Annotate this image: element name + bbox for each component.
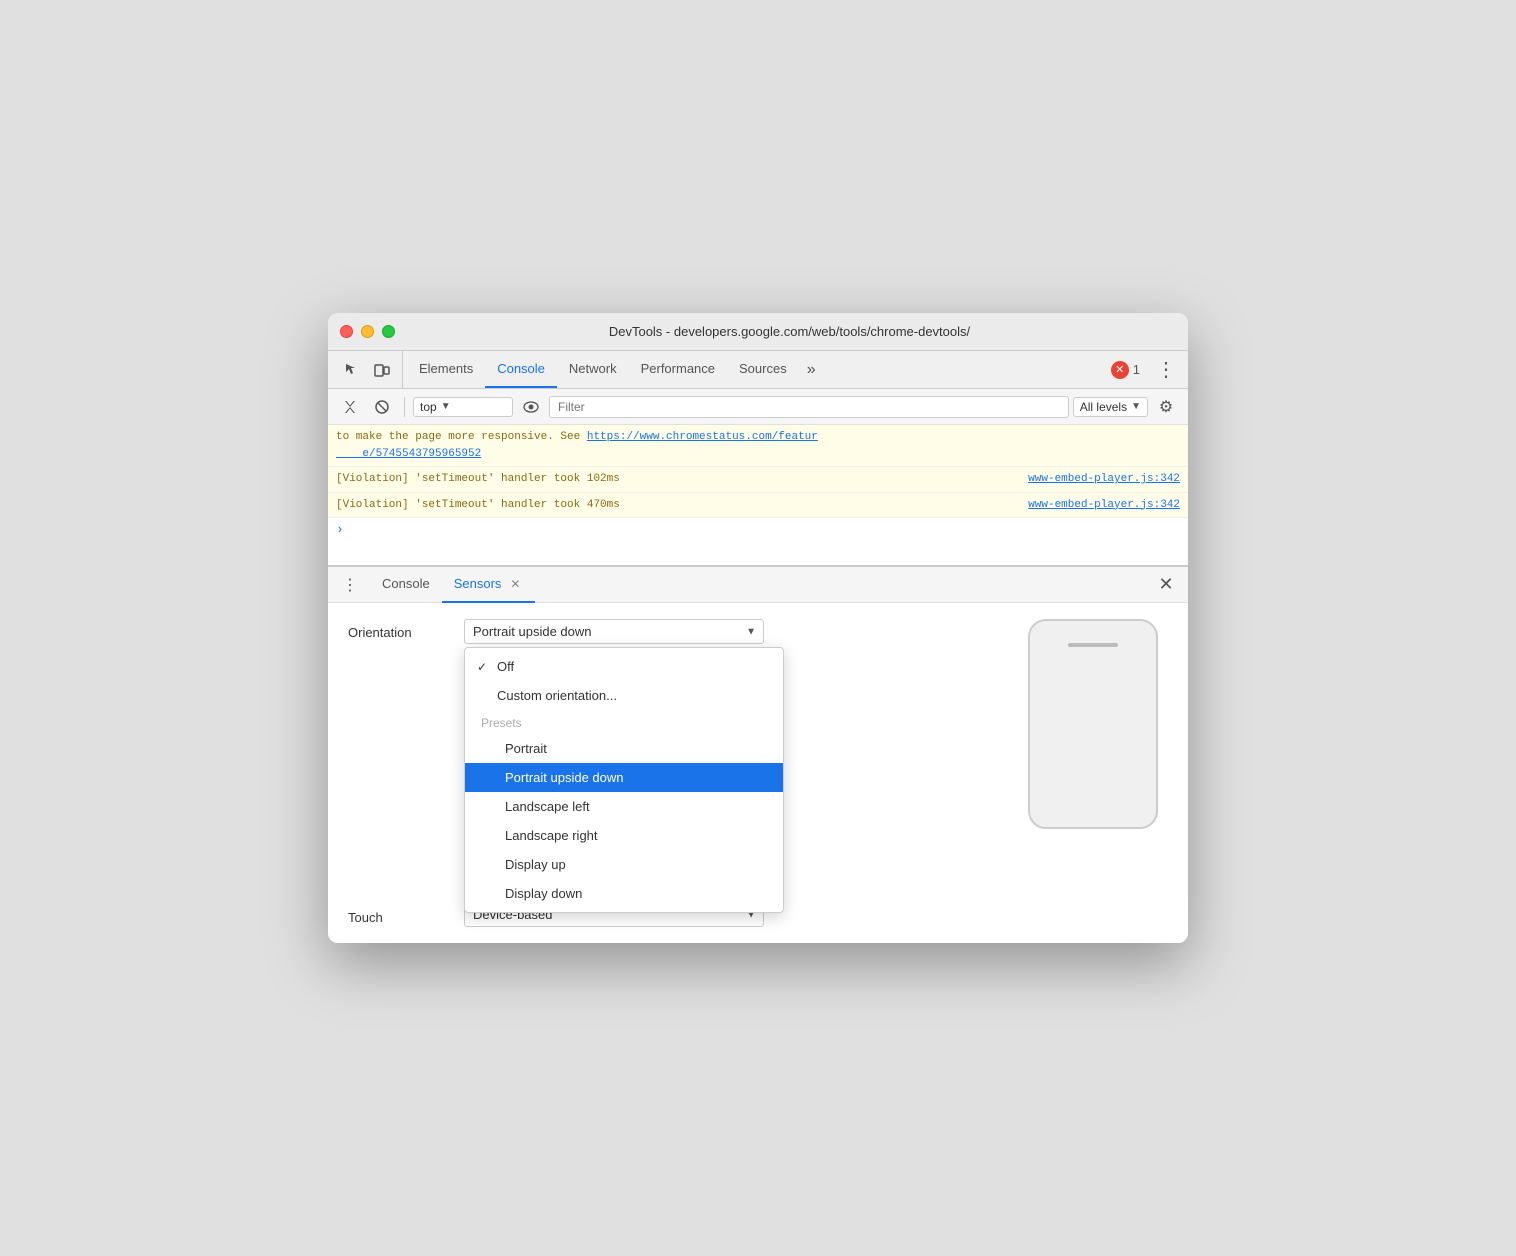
dropdown-item-display-up[interactable]: Display up xyxy=(465,850,783,879)
device-toolbar-button[interactable] xyxy=(368,356,396,384)
bottom-tab-console[interactable]: Console xyxy=(370,567,442,603)
context-selector-arrow: ▼ xyxy=(441,401,451,412)
orientation-select-wrapper: Off Custom orientation... Portrait Portr… xyxy=(464,619,764,644)
context-selector[interactable]: top ▼ xyxy=(413,397,513,417)
dropdown-item-off[interactable]: Off xyxy=(465,652,783,681)
touch-label: Touch xyxy=(348,904,448,925)
more-tabs-button[interactable]: » xyxy=(799,351,824,388)
dropdown-item-landscape-left[interactable]: Landscape left xyxy=(465,792,783,821)
bottom-tab-sensors[interactable]: Sensors ✕ xyxy=(442,567,536,603)
console-line-2: [Violation] 'setTimeout' handler took 10… xyxy=(328,467,1188,493)
dropdown-item-custom[interactable]: Custom orientation... xyxy=(465,681,783,710)
tab-network[interactable]: Network xyxy=(557,351,629,388)
levels-arrow: ▼ xyxy=(1131,401,1141,412)
sensors-content: Orientation Off Custom orientation... Po… xyxy=(328,603,1188,943)
tab-sources[interactable]: Sources xyxy=(727,351,799,388)
tab-performance[interactable]: Performance xyxy=(629,351,727,388)
tab-bar-left-controls xyxy=(332,351,403,388)
dropdown-item-portrait[interactable]: Portrait xyxy=(465,734,783,763)
line-ref-2[interactable]: www-embed-player.js:342 xyxy=(1028,471,1180,488)
dropdown-item-landscape-right[interactable]: Landscape right xyxy=(465,821,783,850)
minimize-button[interactable] xyxy=(361,325,374,338)
bottom-panel-menu-button[interactable]: ⋮ xyxy=(336,571,364,599)
devtools-window: DevTools - developers.google.com/web/too… xyxy=(328,313,1188,943)
tab-console[interactable]: Console xyxy=(485,351,557,388)
sensors-tab-close[interactable]: ✕ xyxy=(507,576,523,592)
console-output: to make the page more responsive. See ht… xyxy=(328,425,1188,565)
url-link-1[interactable]: https://www.chromestatus.com/featur e/57… xyxy=(336,431,818,460)
line-ref-3[interactable]: www-embed-player.js:342 xyxy=(1028,497,1180,514)
levels-selector[interactable]: All levels ▼ xyxy=(1073,397,1148,417)
tab-bar: Elements Console Network Performance Sou… xyxy=(328,351,1188,389)
prompt-arrow: › xyxy=(336,522,344,537)
console-line-3: [Violation] 'setTimeout' handler took 47… xyxy=(328,493,1188,519)
tab-elements[interactable]: Elements xyxy=(407,351,485,388)
orientation-label: Orientation xyxy=(348,619,448,640)
window-title: DevTools - developers.google.com/web/too… xyxy=(403,324,1176,339)
settings-button[interactable]: ⚙ xyxy=(1152,393,1180,421)
error-count-badge[interactable]: ✕ 1 xyxy=(1103,351,1148,388)
orientation-select[interactable]: Off Custom orientation... Portrait Portr… xyxy=(464,619,764,644)
bottom-panel-close-button[interactable]: ✕ xyxy=(1152,571,1180,599)
title-bar: DevTools - developers.google.com/web/too… xyxy=(328,313,1188,351)
block-network-button[interactable] xyxy=(368,393,396,421)
orientation-control: Off Custom orientation... Portrait Portr… xyxy=(464,619,764,644)
console-prompt[interactable]: › xyxy=(328,518,1188,541)
console-toolbar: top ▼ All levels ▼ ⚙ xyxy=(328,389,1188,425)
close-button[interactable] xyxy=(340,325,353,338)
eye-button[interactable] xyxy=(517,393,545,421)
orientation-dropdown: Off Custom orientation... Presets Portra… xyxy=(464,647,784,913)
maximize-button[interactable] xyxy=(382,325,395,338)
phone-home-bar xyxy=(1068,643,1118,647)
console-line-1: to make the page more responsive. See ht… xyxy=(328,425,1188,467)
dropdown-item-portrait-upside-down[interactable]: Portrait upside down xyxy=(465,763,783,792)
filter-input[interactable] xyxy=(549,396,1069,418)
clear-console-button[interactable] xyxy=(336,393,364,421)
bottom-panel: ⋮ Console Sensors ✕ ✕ Orientation Off xyxy=(328,565,1188,943)
dropdown-item-display-down[interactable]: Display down xyxy=(465,879,783,908)
phone-preview xyxy=(1028,619,1158,829)
inspect-element-button[interactable] xyxy=(338,356,366,384)
bottom-panel-tab-bar: ⋮ Console Sensors ✕ ✕ xyxy=(328,567,1188,603)
tab-bar-menu-button[interactable]: ⋮ xyxy=(1148,351,1184,388)
toolbar-divider xyxy=(404,397,405,417)
error-icon: ✕ xyxy=(1111,361,1129,379)
dropdown-section-presets: Presets xyxy=(465,710,783,734)
